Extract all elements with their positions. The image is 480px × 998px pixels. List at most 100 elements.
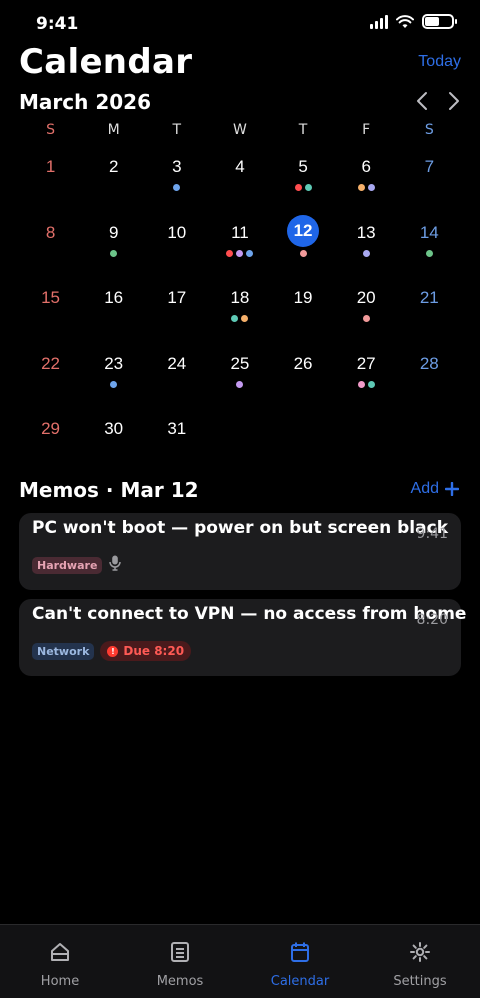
event-indicators — [272, 249, 335, 257]
calendar-day[interactable]: 6 — [335, 146, 398, 212]
calendar-day[interactable]: 20 — [335, 277, 398, 343]
next-month-button[interactable] — [442, 88, 466, 114]
event-dot — [241, 315, 249, 322]
tab-label: Calendar — [270, 974, 330, 989]
calendar-day[interactable]: 1 — [19, 146, 82, 212]
calendar-week: 29 30 31 — [19, 408, 461, 474]
memos-icon — [171, 942, 189, 962]
calendar-day[interactable]: 13 — [335, 212, 398, 278]
day-number: 17 — [167, 288, 187, 307]
weekday-label: W — [233, 122, 247, 138]
tab-label: Settings — [393, 974, 447, 989]
event-dot — [110, 380, 118, 388]
calendar-day[interactable]: 30 — [82, 408, 145, 474]
day-number: 10 — [167, 222, 187, 242]
calendar-day-empty — [335, 408, 398, 474]
day-number: 29 — [41, 419, 61, 438]
tab-calendar[interactable]: Calendar — [240, 925, 360, 998]
calendar-day[interactable]: 18 — [208, 277, 271, 343]
calendar-day[interactable]: 25 — [208, 343, 271, 409]
wifi-icon — [396, 14, 414, 28]
calendar-day[interactable]: 26 — [272, 343, 335, 409]
day-number: 3 — [172, 157, 182, 176]
memo-time: 9:41 — [416, 526, 448, 542]
calendar-day[interactable]: 14 — [398, 212, 461, 278]
status-time: 9:41 — [36, 14, 79, 34]
calendar-day[interactable]: 11 — [208, 212, 271, 278]
event-indicators — [208, 315, 271, 322]
calendar-week: 15 16 17 18 19 20 21 — [19, 277, 461, 343]
alert-icon: ! — [107, 645, 119, 657]
event-indicators — [398, 249, 461, 257]
memo-card[interactable]: PC won't boot — power on but screen blac… — [19, 513, 461, 590]
calendar-day[interactable]: 4 — [208, 146, 271, 212]
calendar-day[interactable]: 3 — [145, 146, 208, 212]
event-dot — [236, 249, 244, 257]
previous-month-button[interactable] — [410, 88, 434, 114]
event-indicators — [82, 249, 145, 257]
event-dot — [367, 380, 375, 388]
calendar-day[interactable]: 22 — [19, 343, 82, 409]
calendar-day[interactable]: 29 — [19, 408, 82, 474]
event-dot — [425, 249, 433, 257]
calendar-day[interactable]: 10 — [145, 212, 208, 278]
calendar-day[interactable]: 2 — [82, 146, 145, 212]
tab-settings[interactable]: Settings — [360, 925, 480, 998]
cellular-signal-icon — [370, 14, 388, 29]
calendar-day[interactable]: 17 — [145, 277, 208, 343]
calendar-day[interactable]: 16 — [82, 277, 145, 343]
chevron-right-icon — [449, 92, 459, 110]
tab-label: Memos — [156, 974, 204, 989]
event-dot — [362, 315, 370, 322]
day-number: 20 — [356, 288, 376, 307]
event-indicators — [335, 315, 398, 322]
day-number: 21 — [419, 288, 439, 307]
event-indicators — [335, 380, 398, 388]
weekday-label: S — [46, 122, 55, 138]
calendar-week: 1 2 3 4 5 6 7 — [19, 146, 461, 212]
due-label: Due 8:20 — [123, 644, 185, 658]
calendar-day[interactable]: 21 — [398, 277, 461, 343]
memo-title: PC won't boot — power on but screen blac… — [32, 518, 448, 538]
weekday-header: S M T W T F S — [19, 122, 461, 138]
calendar-day[interactable]: 15 — [19, 277, 82, 343]
event-dot — [236, 380, 244, 388]
calendar-day[interactable]: 9 — [82, 212, 145, 278]
day-number: 11 — [231, 222, 249, 242]
day-number: 24 — [167, 353, 187, 373]
calendar-day[interactable]: 23 — [82, 343, 145, 409]
event-indicators — [335, 184, 398, 191]
day-number: 6 — [361, 157, 371, 176]
calendar-day[interactable]: 28 — [398, 343, 461, 409]
chevron-left-icon — [417, 92, 427, 110]
month-label: March 2026 — [19, 90, 151, 114]
event-dot — [226, 249, 234, 257]
calendar-day[interactable]: 12 — [272, 212, 335, 278]
category-tag: Network — [32, 642, 95, 660]
calendar-grid: 1 2 3 4 5 6 7 8 9 10 11 12 13 14 15 16 17 18 19 20 21 22 23 24 2… — [19, 146, 461, 474]
day-number: 30 — [104, 419, 124, 438]
calendar-day[interactable]: 27 — [335, 343, 398, 409]
status-bar: 9:41 — [0, 0, 480, 46]
tab-memos[interactable]: Memos — [120, 925, 240, 998]
day-number: 8 — [45, 222, 56, 242]
memo-card[interactable]: Can't connect to VPN — no access from ho… — [19, 599, 466, 676]
today-button[interactable]: Today — [418, 53, 461, 71]
day-number: 2 — [108, 157, 119, 176]
add-memo-button[interactable]: Add — [411, 480, 459, 498]
event-dot — [362, 249, 370, 257]
status-icons — [370, 14, 457, 29]
day-number: 4 — [235, 157, 245, 176]
calendar-day[interactable]: 5 — [272, 146, 335, 212]
day-number: 7 — [424, 157, 435, 176]
weekday-label: M — [107, 122, 120, 138]
day-number: 9 — [108, 222, 119, 242]
tab-home[interactable]: Home — [0, 925, 120, 998]
memo-tags: Hardware — [32, 555, 122, 575]
calendar-day[interactable]: 8 — [19, 212, 82, 278]
event-indicators — [145, 184, 208, 191]
calendar-day[interactable]: 19 — [272, 277, 335, 343]
calendar-day[interactable]: 31 — [145, 408, 208, 474]
calendar-day[interactable]: 24 — [145, 343, 208, 409]
calendar-day[interactable]: 7 — [398, 146, 461, 212]
